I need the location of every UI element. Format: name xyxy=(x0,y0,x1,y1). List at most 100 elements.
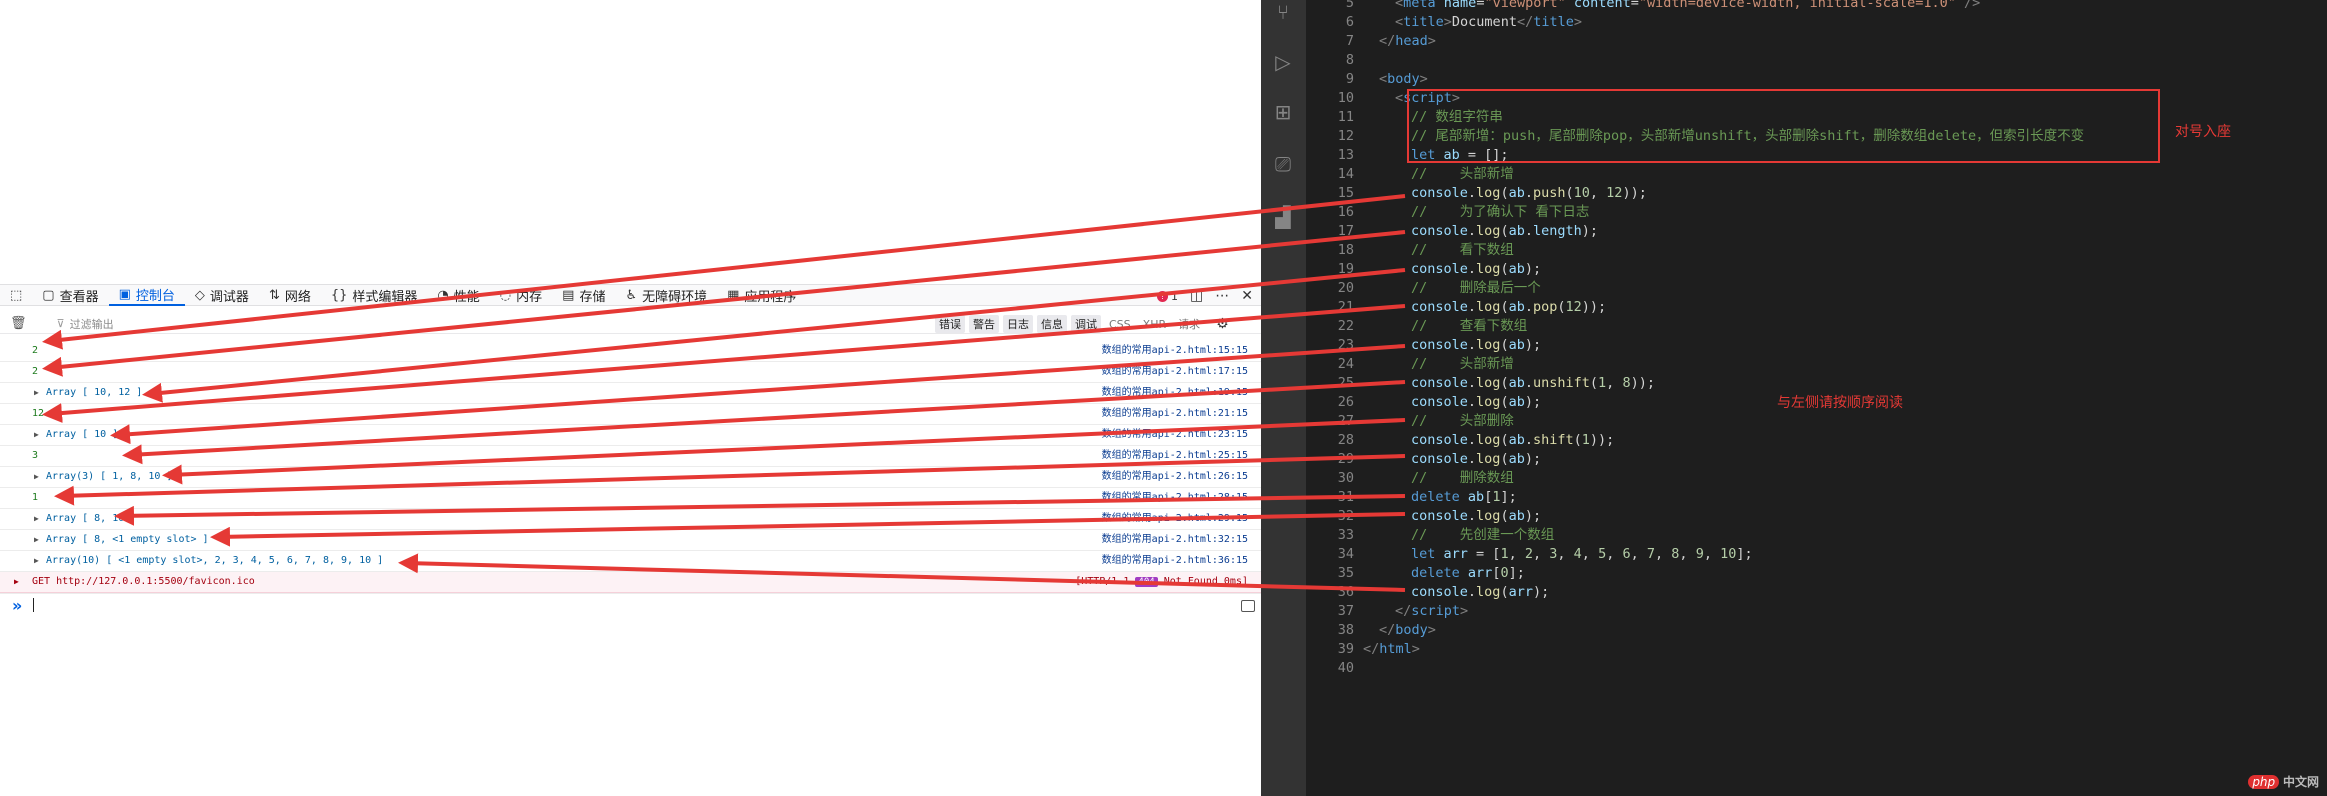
console-message[interactable]: Array [ 8, <1 empty slot> ] xyxy=(46,530,209,550)
console-row: ▶ Array [ 8, <1 empty slot> ] 数组的常用api-2.h… xyxy=(0,530,1261,551)
more-menu-icon[interactable]: ⋯ xyxy=(1215,288,1229,304)
tab-performance[interactable]: ◔ 性能 xyxy=(427,284,489,306)
code-text: console.log(ab); xyxy=(1411,508,1542,524)
error-counter[interactable]: ! 1 xyxy=(1157,290,1178,303)
expand-triangle-icon[interactable]: ▶ xyxy=(34,509,39,529)
source-link[interactable]: 数组的常用api-2.html:29:15 xyxy=(1102,509,1248,529)
source-control-icon[interactable]: ⑂ xyxy=(1271,0,1295,24)
console-message[interactable]: Array [ 10, 12 ] xyxy=(46,383,142,403)
code-text: let arr = [1, 2, 3, 4, 5, 6, 7, 8, 9, 10… xyxy=(1411,546,1753,562)
prompt-chevron-icon: » xyxy=(12,596,23,615)
expand-triangle-icon[interactable]: ▶ xyxy=(34,467,39,487)
tab-label: 存储 xyxy=(579,289,606,305)
remote-explorer-icon[interactable]: ⎚ xyxy=(1271,152,1295,176)
tab-storage[interactable]: ▤ 存储 xyxy=(552,284,615,306)
line-number: 27 xyxy=(1337,413,1354,429)
code-text: <title>Document</title> xyxy=(1395,14,1582,30)
extensions-icon[interactable]: ⊞ xyxy=(1271,100,1295,124)
filter-button[interactable]: XHR xyxy=(1139,317,1170,332)
devtools-toolbar: ⬚ ▢ 查看器 ▣ 控制台 ◇ 调试器 ⇅ 网络{} 样式编辑器 ◔ 性能 ◌ 内存 ▤ 存储 ♿ 无障碍环境 ▦… xyxy=(0,284,1261,306)
line-number: 18 xyxy=(1337,242,1354,258)
status-suffix: Not Found 0ms] xyxy=(1163,576,1248,587)
gear-icon[interactable]: ⚙ xyxy=(1216,316,1229,332)
console-filter-bar: 🗑 ⊽ 过滤输出 错误 警告 日志 信息 调试 CSS XHR 请求 ⚙ xyxy=(0,314,1261,334)
line-number: 39 xyxy=(1337,641,1354,657)
source-link[interactable]: 数组的常用api-2.html:17:15 xyxy=(1102,362,1248,382)
status-code-badge: 404 xyxy=(1135,577,1158,587)
code-text: console.log(ab.pop(12)); xyxy=(1411,299,1607,315)
code-text: // 头部删除 xyxy=(1411,413,1514,429)
tab-label: 样式编辑器 xyxy=(352,289,418,305)
source-link[interactable]: 数组的常用api-2.html:36:15 xyxy=(1102,551,1248,571)
source-link[interactable]: 数组的常用api-2.html:21:15 xyxy=(1102,404,1248,424)
filter-button[interactable]: 警告 xyxy=(969,315,999,333)
tab-memory[interactable]: ◌ 内存 xyxy=(490,284,552,306)
text-caret xyxy=(33,598,34,612)
run-debug-icon[interactable]: ▷ xyxy=(1271,50,1295,74)
tab-application[interactable]: ▦ 应用程序 xyxy=(717,284,806,306)
code-text: delete arr[0]; xyxy=(1411,565,1525,581)
line-number: 38 xyxy=(1337,622,1354,638)
line-number: 26 xyxy=(1337,394,1354,410)
debugger-icon: ◇ xyxy=(194,287,205,303)
tab-style-editor[interactable]: {} 样式编辑器 xyxy=(321,284,428,306)
dock-icon[interactable]: ◫ xyxy=(1190,288,1203,304)
line-number: 36 xyxy=(1337,584,1354,600)
filter-button[interactable]: 信息 xyxy=(1037,315,1067,333)
line-number: 16 xyxy=(1337,204,1354,220)
performance-icon: ◔ xyxy=(437,287,449,303)
expand-triangle-icon[interactable]: ▶ xyxy=(34,425,39,445)
console-message[interactable]: Array(10) [ <1 empty slot>, 2, 3, 4, 5, … xyxy=(46,551,383,571)
expand-triangle-icon[interactable]: ▶ xyxy=(34,383,39,403)
console-message[interactable]: Array [ 10 ] xyxy=(46,425,118,445)
filter-button[interactable]: 错误 xyxy=(935,315,965,333)
tab-debugger[interactable]: ◇ 调试器 xyxy=(185,284,259,306)
line-number: 34 xyxy=(1337,546,1354,562)
code-text: </script> xyxy=(1395,603,1469,619)
filter-button[interactable]: 调试 xyxy=(1071,315,1101,333)
highlight-box xyxy=(1407,89,2160,163)
element-picker-icon: ⬚ xyxy=(10,287,23,303)
source-link[interactable]: 数组的常用api-2.html:32:15 xyxy=(1102,530,1248,550)
filter-button[interactable]: CSS xyxy=(1105,317,1135,332)
split-editor-icon[interactable] xyxy=(1241,600,1255,612)
line-number: 11 xyxy=(1337,109,1354,125)
filter-button[interactable]: 请求 xyxy=(1174,315,1204,333)
console-message[interactable]: Array(3) [ 1, 8, 10 ] xyxy=(46,467,172,487)
tab-network[interactable]: ⇅ 网络 xyxy=(259,284,321,306)
source-link[interactable]: 数组的常用api-2.html:23:15 xyxy=(1102,425,1248,445)
tab-inspector[interactable]: ▢ 查看器 xyxy=(32,284,108,306)
annotation-read-order: 与左侧请按顺序阅读 xyxy=(1777,395,1903,411)
console-message[interactable]: Array [ 8, 10 ] xyxy=(46,509,136,529)
line-number: 9 xyxy=(1345,71,1354,87)
code-text: // 查看下数组 xyxy=(1411,318,1528,334)
expand-triangle-icon[interactable]: ▶ xyxy=(34,530,39,550)
source-link[interactable]: 数组的常用api-2.html:19:15 xyxy=(1102,383,1248,403)
tab-accessibility[interactable]: ♿ 无障碍环境 xyxy=(615,284,717,306)
console-input[interactable]: » xyxy=(0,593,1261,617)
code-text: </head> xyxy=(1379,33,1436,49)
element-picker-button[interactable]: ⬚ xyxy=(0,284,32,306)
filter-button[interactable]: 日志 xyxy=(1003,315,1033,333)
error-message[interactable]: GET http://127.0.0.1:5500/favicon.ico xyxy=(32,572,255,592)
tab-console[interactable]: ▣ 控制台 xyxy=(108,284,185,306)
close-icon[interactable]: ✕ xyxy=(1241,288,1253,304)
filter-icon: ⊽ xyxy=(56,317,65,330)
trash-icon[interactable]: 🗑 xyxy=(10,316,27,331)
line-number: 32 xyxy=(1337,508,1354,524)
source-link[interactable]: 数组的常用api-2.html:28:15 xyxy=(1102,488,1248,508)
code-text: console.log(arr); xyxy=(1411,584,1550,600)
console-row: 2 数组的常用api-2.html:15:15 xyxy=(0,341,1261,362)
source-link[interactable]: 数组的常用api-2.html:15:15 xyxy=(1102,341,1248,361)
filter-input[interactable]: 过滤输出 xyxy=(70,316,114,332)
line-number: 6 xyxy=(1345,14,1354,30)
style-editor-icon: {} xyxy=(330,287,348,303)
filter-buttons: 错误 警告 日志 信息 调试 CSS XHR 请求 ⚙ xyxy=(935,314,1229,334)
expand-triangle-icon[interactable]: ▶ xyxy=(14,572,19,592)
source-link[interactable]: 数组的常用api-2.html:26:15 xyxy=(1102,467,1248,487)
docker-icon[interactable]: ▟ xyxy=(1271,205,1295,229)
line-number: 7 xyxy=(1345,33,1354,49)
expand-triangle-icon[interactable]: ▶ xyxy=(34,551,39,571)
source-link[interactable]: 数组的常用api-2.html:25:15 xyxy=(1102,446,1248,466)
line-number: 12 xyxy=(1337,128,1354,144)
